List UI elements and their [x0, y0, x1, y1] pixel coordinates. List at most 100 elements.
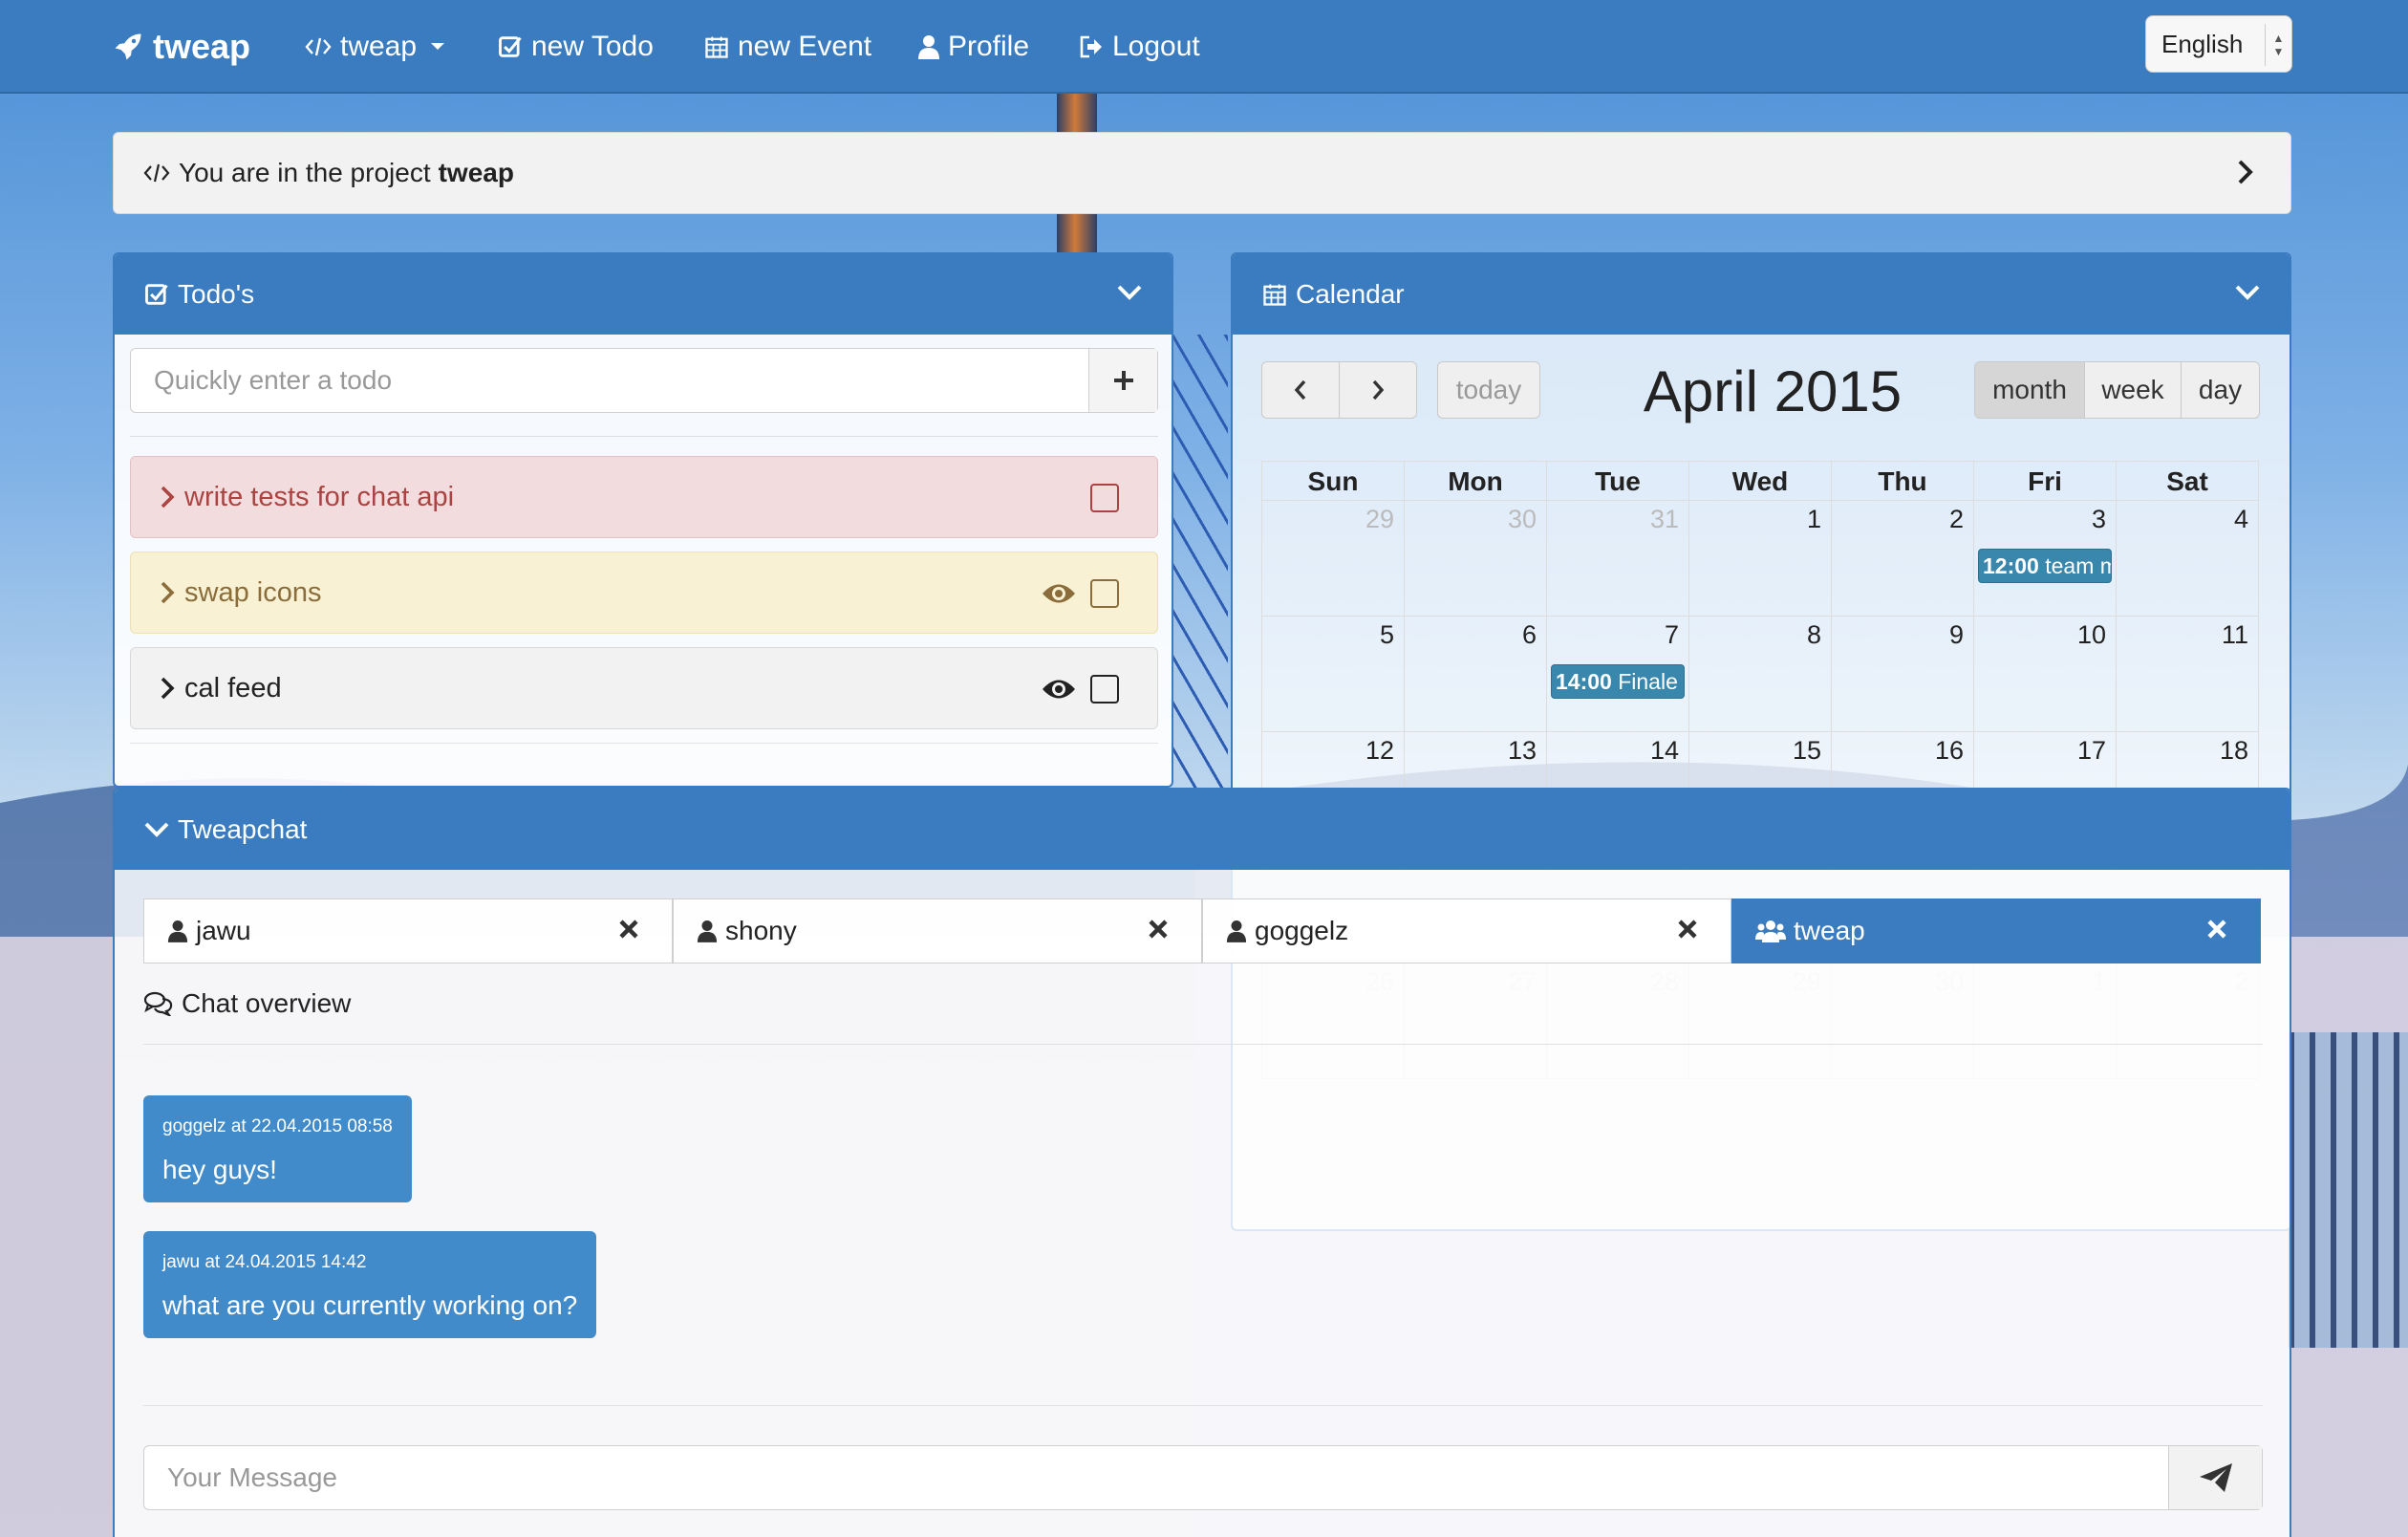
chevron-down-icon[interactable]	[1116, 283, 1143, 302]
calendar-day-cell[interactable]: 1	[1689, 501, 1832, 616]
chevron-right-icon	[161, 486, 175, 509]
nav-new-todo[interactable]: new Todo	[497, 25, 654, 69]
brand-name: tweap	[153, 27, 251, 66]
nav-new-event[interactable]: new Event	[703, 25, 871, 69]
todos-panel-header[interactable]: Todo's	[115, 254, 1172, 335]
quick-todo-input[interactable]: Quickly enter a todo	[131, 349, 1088, 412]
chat-tab-shony[interactable]: shony	[673, 898, 1202, 963]
calendar-prev-button[interactable]	[1261, 361, 1340, 419]
users-icon	[1755, 920, 1786, 942]
chat-message-meta: jawu at 24.04.2015 14:42	[162, 1252, 367, 1272]
calendar-view-week[interactable]: week	[2084, 361, 2182, 419]
comments-icon	[143, 991, 173, 1016]
chat-tab-goggelz[interactable]: goggelz	[1202, 898, 1731, 963]
day-number: 14	[1649, 736, 1679, 765]
chevron-right-icon	[161, 581, 175, 604]
calendar-event[interactable]: 14:00 Finale	[1551, 664, 1685, 699]
chevron-right-icon[interactable]	[2235, 158, 2256, 186]
close-icon[interactable]	[2206, 919, 2227, 940]
calendar-day-cell[interactable]: 3 12:00 team m	[1974, 501, 2117, 616]
day-number: 6	[1521, 620, 1537, 649]
calendar-day-cell[interactable]: 7 14:00 Finale	[1547, 617, 1689, 731]
calendar-day-cell[interactable]: 31	[1547, 501, 1689, 616]
calendar-day-cell[interactable]: 9	[1832, 617, 1974, 731]
chat-message: jawu at 24.04.2015 14:42 what are you cu…	[143, 1231, 597, 1338]
todo-checkbox[interactable]	[1090, 484, 1119, 512]
day-number: 1	[1806, 505, 1821, 533]
chat-divider	[143, 1405, 2263, 1406]
user-icon	[918, 35, 939, 59]
chat-panel: Tweapchat jawu shony goggelz tweap Chat …	[113, 788, 2291, 1537]
chat-overview-link[interactable]: Chat overview	[143, 985, 351, 1023]
todo-item[interactable]: swap icons	[130, 552, 1158, 634]
todo-item-label: swap icons	[184, 576, 322, 608]
calendar-event[interactable]: 12:00 team m	[1978, 549, 2112, 583]
language-select[interactable]: English ▲ ▼	[2145, 15, 2292, 73]
day-number: 17	[2076, 736, 2106, 765]
check-square-icon	[499, 36, 522, 57]
brand-link[interactable]: tweap	[111, 25, 250, 69]
calendar-next-button[interactable]	[1339, 361, 1417, 419]
close-icon[interactable]	[1677, 919, 1698, 940]
event-time: 12:00	[1983, 553, 2039, 578]
calendar-day-cell[interactable]: 29	[1262, 501, 1405, 616]
todo-item[interactable]: write tests for chat api	[130, 456, 1158, 538]
eye-icon[interactable]	[1041, 579, 1077, 608]
day-number: 2	[1948, 505, 1964, 533]
nav-new-todo-label: new Todo	[531, 31, 654, 62]
calendar-day-cell[interactable]: 10	[1974, 617, 2117, 731]
chat-tab-jawu[interactable]: jawu	[143, 898, 673, 963]
calendar-day-cell[interactable]: 6	[1405, 617, 1547, 731]
check-square-icon	[145, 284, 168, 305]
todo-item-label: write tests for chat api	[184, 481, 455, 512]
calendar-day-cell[interactable]: 2	[1832, 501, 1974, 616]
code-icon	[305, 37, 332, 56]
chat-panel-title: Tweapchat	[178, 814, 308, 844]
chat-message: goggelz at 22.04.2015 08:58 hey guys!	[143, 1095, 412, 1202]
day-number: 18	[2219, 736, 2248, 765]
project-bar-prefix: You are in the project	[179, 158, 431, 187]
chat-panel-header[interactable]: Tweapchat	[115, 790, 2290, 870]
calendar-week-row: 29 30 31 1 2 3 12:00 team m 4	[1261, 501, 2259, 617]
eye-icon[interactable]	[1041, 675, 1077, 704]
chat-tab-tweap[interactable]: tweap	[1731, 898, 2261, 963]
chat-message-text: hey guys!	[162, 1155, 277, 1184]
close-icon[interactable]	[1148, 919, 1169, 940]
chevron-right-icon	[1372, 379, 1385, 400]
add-todo-button[interactable]	[1088, 349, 1157, 412]
calendar-today-button[interactable]: today	[1437, 361, 1540, 419]
todo-list: write tests for chat api swap icons cal …	[130, 436, 1158, 781]
chat-message-input[interactable]: Your Message	[144, 1446, 2168, 1509]
calendar-view-month[interactable]: month	[1974, 361, 2085, 419]
close-icon[interactable]	[618, 919, 639, 940]
chat-tab-label: goggelz	[1255, 916, 1349, 945]
day-number: 31	[1649, 505, 1679, 533]
todo-checkbox[interactable]	[1090, 675, 1119, 704]
todo-item-label: cal feed	[184, 672, 282, 704]
todo-checkbox[interactable]	[1090, 579, 1119, 608]
calendar-day-cell[interactable]: 5	[1262, 617, 1405, 731]
send-icon	[2199, 1463, 2232, 1492]
todo-item[interactable]: cal feed	[130, 647, 1158, 729]
chevron-down-icon[interactable]	[2234, 283, 2261, 302]
chevron-right-icon	[161, 677, 175, 700]
calendar-day-cell[interactable]: 4	[2117, 501, 2259, 616]
day-number: 7	[1664, 620, 1679, 649]
event-title: team m	[2045, 553, 2112, 578]
chat-tab-label: shony	[725, 916, 797, 945]
day-number: 16	[1934, 736, 1964, 765]
day-number: 3	[2091, 505, 2106, 533]
calendar-day-cell[interactable]: 30	[1405, 501, 1547, 616]
calendar-panel-header[interactable]: Calendar	[1233, 254, 2290, 335]
calendar-day-cell[interactable]: 8	[1689, 617, 1832, 731]
calendar-day-cell[interactable]: 11	[2117, 617, 2259, 731]
nav-project-dropdown[interactable]: tweap	[304, 25, 455, 69]
project-info-bar[interactable]: You are in the project tweap	[113, 132, 2291, 214]
nav-profile[interactable]: Profile	[917, 25, 1029, 69]
calendar-week-row: 5 6 7 14:00 Finale 8 9 10 11	[1261, 617, 2259, 732]
send-message-button[interactable]	[2168, 1446, 2262, 1509]
calendar-view-day[interactable]: day	[2181, 361, 2260, 419]
nav-logout[interactable]: Logout	[1078, 25, 1200, 69]
top-navbar: tweap tweap new Todo new Event Profile L…	[0, 0, 2408, 94]
background-bridge-cables	[1171, 335, 1228, 793]
